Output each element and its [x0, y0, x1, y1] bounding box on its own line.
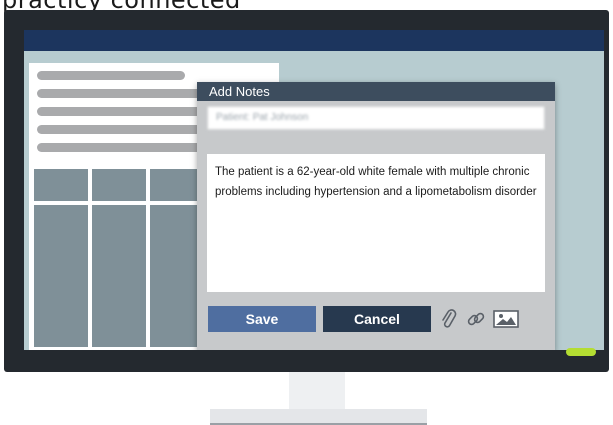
table-cell	[150, 205, 204, 347]
notes-textarea[interactable]: The patient is a 62-year-old white femal…	[207, 154, 545, 292]
image-icon[interactable]	[491, 307, 521, 331]
cancel-button[interactable]: Cancel	[323, 306, 431, 332]
monitor-screen: Add Notes Patient: Pat Johnson The patie…	[24, 30, 604, 350]
document-text-line	[37, 89, 209, 98]
patient-name-field[interactable]: Patient: Pat Johnson	[207, 106, 545, 130]
document-text-line	[37, 143, 209, 152]
document-text-line	[37, 107, 209, 116]
monitor-frame: Add Notes Patient: Pat Johnson The patie…	[4, 10, 609, 372]
table-cell	[150, 169, 204, 201]
document-text-line	[37, 125, 209, 134]
dialog-title: Add Notes	[197, 82, 555, 101]
document-text-line	[37, 71, 185, 80]
app-header-bar	[24, 30, 604, 51]
save-button[interactable]: Save	[208, 306, 316, 332]
power-indicator-light	[566, 348, 596, 356]
table-cell	[92, 205, 146, 347]
table-cell	[34, 169, 88, 201]
document-table	[34, 169, 214, 349]
table-cell	[92, 169, 146, 201]
monitor-stand-base	[210, 409, 427, 425]
paperclip-icon[interactable]	[436, 307, 462, 331]
add-notes-dialog: Add Notes Patient: Pat Johnson The patie…	[197, 82, 555, 350]
table-cell	[34, 205, 88, 347]
monitor-stand-neck	[289, 372, 345, 410]
link-icon[interactable]	[463, 307, 489, 331]
